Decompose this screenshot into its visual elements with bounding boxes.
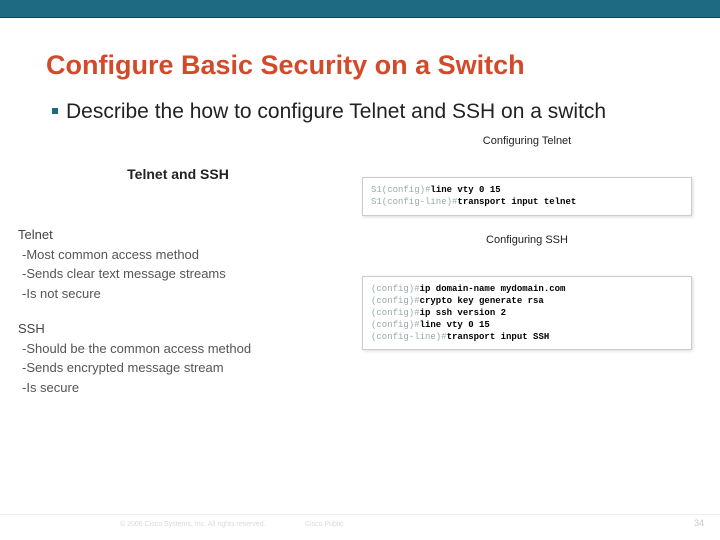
bullet-item: Describe the how to configure Telnet and… (46, 99, 674, 125)
bullet-marker-icon (52, 108, 58, 114)
slide-body: Configure Basic Security on a Switch Des… (0, 18, 720, 477)
telnet-item: -Sends clear text message streams (18, 265, 338, 283)
section-heading: Telnet and SSH (18, 165, 338, 184)
right-column: Configuring Telnet S1(config)#line vty 0… (362, 131, 692, 368)
ssh-item: -Is secure (18, 379, 338, 397)
telnet-item: -Is not secure (18, 285, 338, 303)
terminal-line: (config)#crypto key generate rsa (371, 295, 683, 307)
ssh-terminal: (config)#ip domain-name mydomain.com (co… (362, 276, 692, 351)
telnet-item: -Most common access method (18, 246, 338, 264)
terminal-line: (config)#ip domain-name mydomain.com (371, 283, 683, 295)
ssh-config-label: Configuring SSH (362, 234, 692, 246)
page-number: 34 (694, 518, 704, 528)
cisco-public-text: Cisco Public (305, 521, 344, 528)
copyright-text: © 2006 Cisco Systems, Inc. All rights re… (120, 521, 266, 528)
ssh-item: -Sends encrypted message stream (18, 359, 338, 377)
terminal-line: S1(config)#line vty 0 15 (371, 184, 683, 196)
telnet-terminal: S1(config)#line vty 0 15 S1(config-line)… (362, 177, 692, 215)
terminal-line: (config)#ip ssh version 2 (371, 307, 683, 319)
telnet-heading: Telnet (18, 226, 338, 244)
footer: © 2006 Cisco Systems, Inc. All rights re… (0, 514, 720, 530)
left-column: Telnet and SSH Telnet -Most common acces… (18, 147, 338, 398)
bullet-text: Describe the how to configure Telnet and… (66, 99, 606, 125)
ssh-heading: SSH (18, 320, 338, 338)
ssh-item: -Should be the common access method (18, 340, 338, 358)
telnet-config-label: Configuring Telnet (362, 135, 692, 147)
content-area: Telnet and SSH Telnet -Most common acces… (46, 137, 674, 477)
top-accent-bar (0, 0, 720, 18)
terminal-line: S1(config-line)#transport input telnet (371, 196, 683, 208)
slide-title: Configure Basic Security on a Switch (46, 50, 674, 81)
terminal-line: (config-line)#transport input SSH (371, 331, 683, 343)
terminal-line: (config)#line vty 0 15 (371, 319, 683, 331)
